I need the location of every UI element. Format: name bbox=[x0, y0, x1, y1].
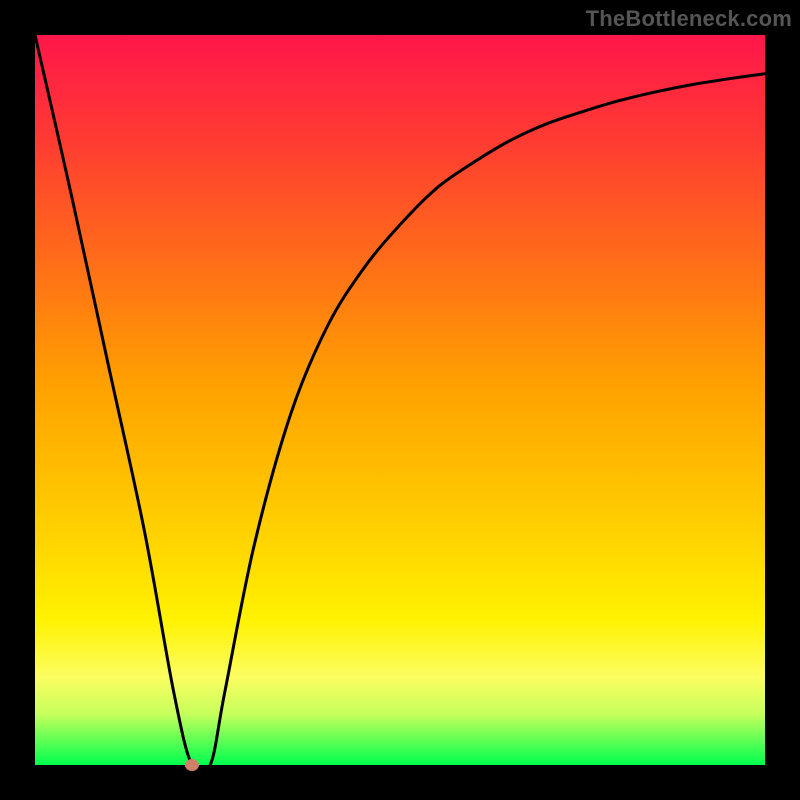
chart-frame: TheBottleneck.com bbox=[0, 0, 800, 800]
watermark: TheBottleneck.com bbox=[586, 6, 792, 32]
marker-dot bbox=[185, 759, 199, 771]
plot-area bbox=[35, 35, 765, 765]
curve-svg bbox=[35, 35, 765, 765]
bottleneck-curve bbox=[35, 35, 765, 774]
